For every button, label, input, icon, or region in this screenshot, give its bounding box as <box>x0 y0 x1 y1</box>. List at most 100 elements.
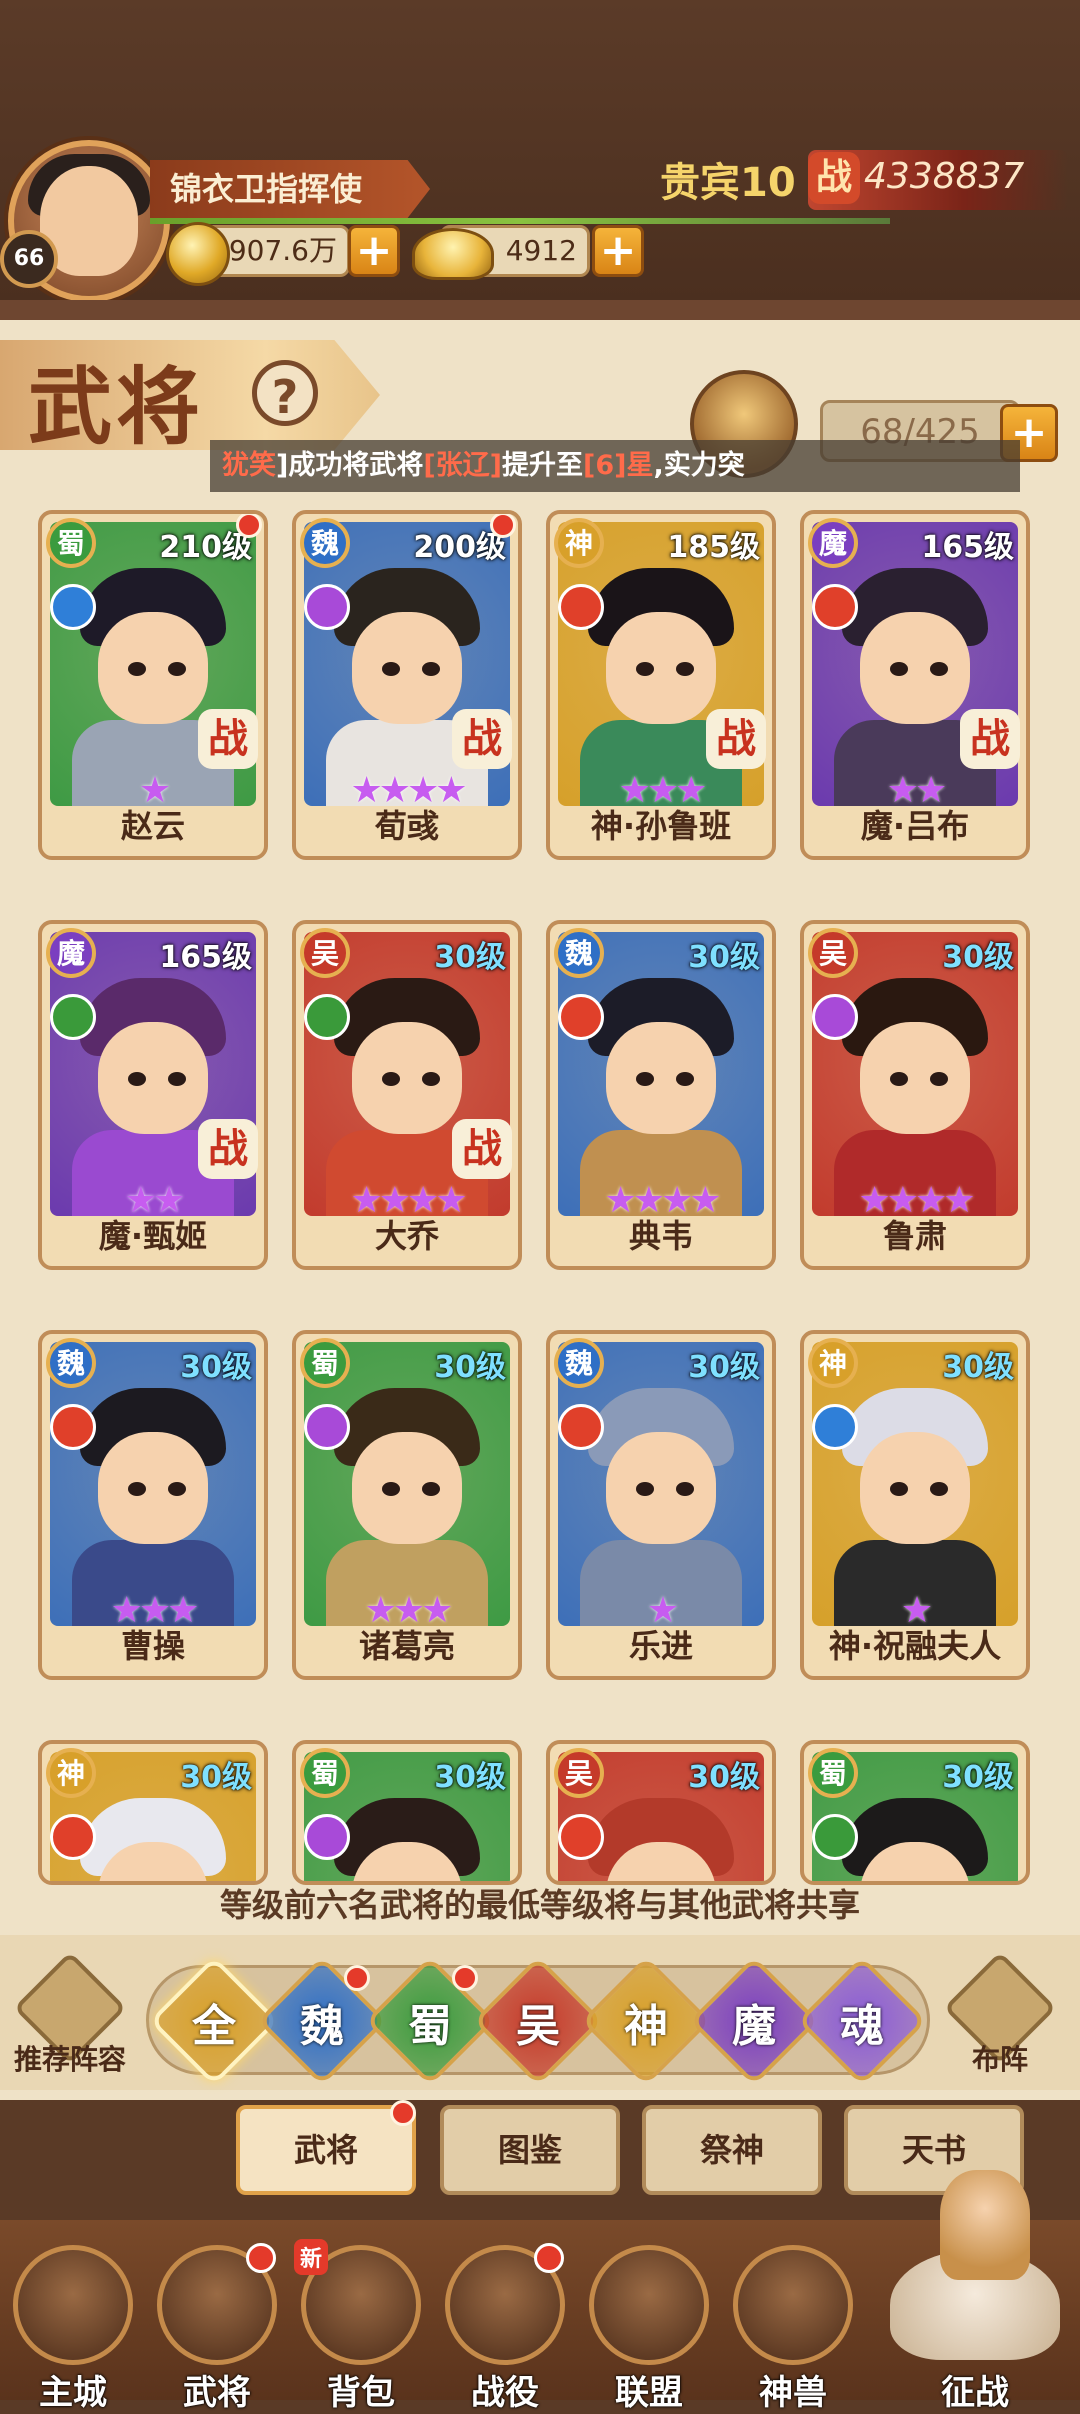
filter-red-dot <box>452 1965 478 1991</box>
hero-eye <box>930 1072 948 1086</box>
hero-card[interactable]: 神 185级 战 ★★★ 神·孙鲁班 <box>546 510 776 860</box>
nav-main-city[interactable]: 主城 <box>8 2245 138 2413</box>
add-copper-button[interactable]: + <box>348 225 400 277</box>
broadcast-ticker: 犹笑]成功将武将[张辽]提升至[6]星,实力突 <box>210 440 1020 492</box>
formation-label: 布阵 <box>971 2043 1028 2076</box>
hero-level: 30级 <box>688 1760 760 1795</box>
hero-eye <box>422 662 440 676</box>
ticker-hero: [张辽] <box>423 450 503 481</box>
hero-level: 165级 <box>921 530 1014 565</box>
faction-badge: 吴 <box>300 928 350 978</box>
faction-badge: 魔 <box>46 928 96 978</box>
recommend-label: 推荐阵容 <box>13 2043 126 2076</box>
hero-face <box>352 612 462 724</box>
hero-name: 鲁肃 <box>882 1217 947 1255</box>
hero-face <box>860 1432 970 1544</box>
tab-heroes[interactable]: 武将 <box>236 2105 416 2195</box>
faction-badge: 蜀 <box>808 1748 858 1798</box>
hero-card[interactable]: 蜀 30级 <box>800 1740 1030 1885</box>
hero-eye <box>168 1482 186 1496</box>
ticker-stars: [6]星 <box>583 450 654 481</box>
add-gold-button[interactable]: + <box>592 225 644 277</box>
hero-eye <box>636 1482 654 1496</box>
hero-eye <box>930 1482 948 1496</box>
hero-eye <box>890 662 908 676</box>
faction-filter-label: 魔 <box>732 2001 776 2052</box>
hero-level: 30级 <box>942 1760 1014 1795</box>
nav-beast[interactable]: 神兽 <box>728 2245 858 2413</box>
skill-type-icon <box>50 584 96 630</box>
faction-filter-label: 全 <box>192 2001 236 2052</box>
nav-heroes[interactable]: 武将 <box>152 2243 282 2413</box>
hero-card[interactable]: 蜀 30级 ★★★ 诸葛亮 <box>292 1330 522 1680</box>
nav-alliance-label: 联盟 <box>615 2373 683 2413</box>
skill-type-icon <box>50 1404 96 1450</box>
hero-card[interactable]: 蜀 210级 战 ★ 赵云 <box>38 510 268 860</box>
hero-level: 30级 <box>180 1350 252 1385</box>
hero-eye <box>676 1482 694 1496</box>
faction-badge: 神 <box>808 1338 858 1388</box>
nav-alliance[interactable]: 联盟 <box>584 2245 714 2413</box>
hero-eye <box>890 1482 908 1496</box>
hero-level: 30级 <box>688 940 760 975</box>
hero-card[interactable]: 魏 30级 ★★★★ 典韦 <box>546 920 776 1270</box>
nav-campaign[interactable]: 征战 <box>910 2245 1040 2413</box>
nav-bag-label: 背包 <box>327 2373 395 2413</box>
hero-card[interactable]: 神 30级 ★ 神·祝融夫人 <box>800 1330 1030 1680</box>
combat-power: 战 4338837 <box>808 150 1068 210</box>
hero-eye <box>676 662 694 676</box>
vip-level[interactable]: 贵宾10 <box>660 150 796 208</box>
skill-type-icon <box>812 584 858 630</box>
skill-type-icon <box>558 994 604 1040</box>
recommend-lineup-button[interactable]: 推荐阵容 <box>10 1951 130 2076</box>
hero-eye <box>636 1072 654 1086</box>
hero-name: 典韦 <box>628 1217 693 1255</box>
hero-eye <box>422 1072 440 1086</box>
hero-card[interactable]: 神 30级 <box>38 1740 268 1885</box>
ticker-text: ,实力突 <box>653 450 745 481</box>
help-icon[interactable]: ? <box>252 360 318 426</box>
tab-codex[interactable]: 图鉴 <box>440 2105 620 2195</box>
hero-card[interactable]: 魔 165级 战 ★★ 魔·吕布 <box>800 510 1030 860</box>
hero-level: 30级 <box>688 1350 760 1385</box>
nav-red-dot <box>534 2243 564 2273</box>
hero-card[interactable]: 魏 30级 ★★★ 曹操 <box>38 1330 268 1680</box>
hero-eye <box>128 1072 146 1086</box>
faction-filter-label: 魂 <box>840 2001 884 2052</box>
hero-name: 曹操 <box>120 1627 185 1665</box>
nav-alliance-icon <box>589 2245 709 2365</box>
hero-eye <box>422 1482 440 1496</box>
faction-badge: 魔 <box>808 518 858 568</box>
faction-badge: 吴 <box>808 928 858 978</box>
hero-card[interactable]: 吴 30级 战 ★★★★ 大乔 <box>292 920 522 1270</box>
faction-badge: 蜀 <box>300 1338 350 1388</box>
hero-red-dot <box>490 514 516 538</box>
faction-badge: 魏 <box>300 518 350 568</box>
formation-button[interactable]: 布阵 <box>940 1951 1060 2076</box>
hero-card[interactable]: 蜀 30级 <box>292 1740 522 1885</box>
battle-badge: 战 <box>706 709 766 769</box>
hero-card[interactable]: 吴 30级 ★★★★ 鲁肃 <box>800 920 1030 1270</box>
hero-card[interactable]: 魔 165级 战 ★★ 魔·甄姬 <box>38 920 268 1270</box>
hero-face <box>860 612 970 724</box>
nav-battle[interactable]: 战役 <box>440 2243 570 2413</box>
hero-card[interactable]: 魏 30级 ★ 乐进 <box>546 1330 776 1680</box>
hero-level: 185级 <box>667 530 760 565</box>
nav-beast-icon <box>733 2245 853 2365</box>
faction-badge: 魏 <box>554 1338 604 1388</box>
hero-eye <box>128 1482 146 1496</box>
hero-level: 30级 <box>180 1760 252 1795</box>
faction-badge: 魏 <box>46 1338 96 1388</box>
hero-face <box>606 612 716 724</box>
skill-type-icon <box>812 994 858 1040</box>
player-title: 锦衣卫指挥使 <box>150 160 430 218</box>
skill-type-icon <box>558 1814 604 1860</box>
tab-worship[interactable]: 祭神 <box>642 2105 822 2195</box>
hero-face <box>98 612 208 724</box>
nav-bag[interactable]: 背包 新 <box>294 2239 426 2413</box>
hero-level: 30级 <box>434 1350 506 1385</box>
hero-card[interactable]: 魏 200级 战 ★★★★ 荀彧 <box>292 510 522 860</box>
skill-type-icon <box>304 994 350 1040</box>
hero-card[interactable]: 吴 30级 <box>546 1740 776 1885</box>
hero-name: 神·孙鲁班 <box>590 807 732 845</box>
